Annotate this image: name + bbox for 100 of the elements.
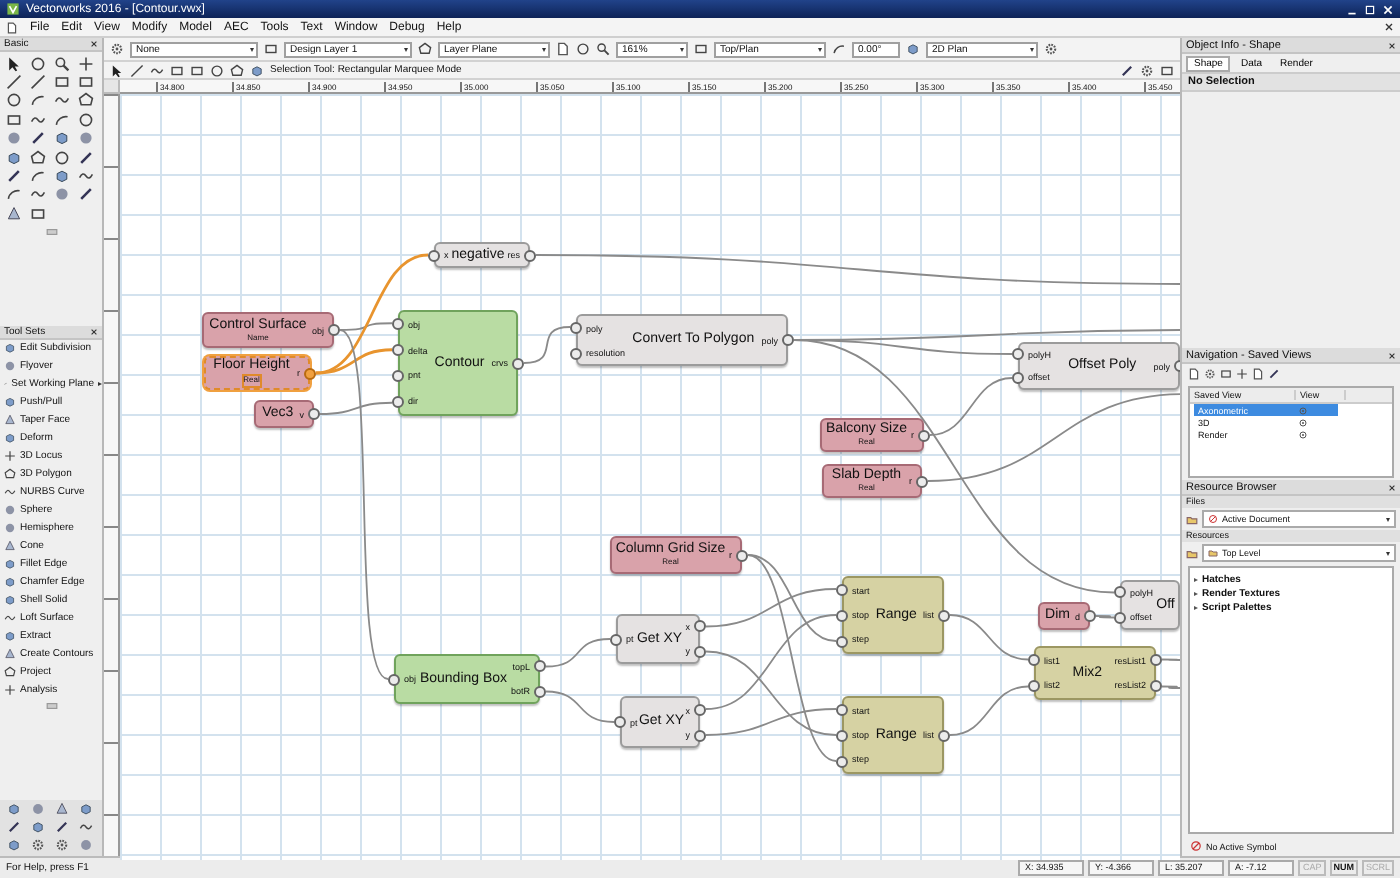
magnifier-icon[interactable] [596,42,610,56]
port-icon[interactable] [836,755,848,767]
port-icon[interactable] [308,408,320,420]
cube-icon[interactable] [4,396,16,409]
curve-icon[interactable] [150,63,164,77]
polygon-icon[interactable] [78,92,94,109]
circle-icon[interactable] [30,55,46,72]
port-icon[interactable] [938,729,950,741]
circle-icon[interactable] [576,42,590,56]
port-icon[interactable] [570,347,582,359]
line-icon[interactable] [6,74,22,91]
cube-icon[interactable] [906,42,920,56]
circle-icon[interactable] [210,63,224,77]
pointer-icon[interactable] [6,55,22,72]
port-icon[interactable] [1150,680,1162,693]
pen-icon[interactable] [78,149,94,166]
pen-icon[interactable] [1268,368,1280,380]
cone-icon[interactable] [4,414,16,427]
folder-icon[interactable] [1186,513,1198,525]
cone-icon[interactable] [6,205,22,222]
circle-icon[interactable] [6,92,22,109]
port-icon[interactable] [916,475,928,487]
pen-icon[interactable] [30,130,46,147]
port-icon[interactable] [918,429,930,441]
crosshair-icon[interactable] [4,684,16,697]
circle-icon[interactable] [78,111,94,128]
rectangle-icon[interactable] [6,111,22,128]
curve-icon[interactable] [4,612,16,625]
port-icon[interactable] [304,367,316,379]
close-icon[interactable] [1388,351,1396,359]
pointer-icon[interactable] [110,63,124,77]
port-icon[interactable] [694,729,706,741]
magnifier-icon[interactable] [54,55,70,72]
polygon-icon[interactable] [230,63,244,77]
port-icon[interactable] [614,716,626,728]
pen-icon[interactable] [6,820,22,835]
polygon-icon[interactable] [418,42,432,56]
rectangle-icon[interactable] [1220,368,1232,380]
port-icon[interactable] [836,583,848,595]
line-icon[interactable] [130,63,144,77]
cone-icon[interactable] [54,802,70,817]
polygon-icon[interactable] [30,149,46,166]
port-icon[interactable] [782,334,794,346]
crosshair-icon[interactable] [1236,368,1248,380]
port-icon[interactable] [836,635,848,647]
pen-icon[interactable] [54,820,70,835]
port-icon[interactable] [610,633,622,645]
cube-icon[interactable] [54,130,70,147]
port-icon[interactable] [938,609,950,621]
cube-icon[interactable] [6,149,22,166]
curve-icon[interactable] [78,820,94,835]
curve-icon[interactable] [30,186,46,203]
port-icon[interactable] [736,549,748,561]
port-icon[interactable] [836,703,848,715]
port-icon[interactable] [388,673,400,685]
cube-icon[interactable] [78,802,94,817]
curve-icon[interactable] [4,486,16,499]
close-icon[interactable] [90,327,98,336]
cube-icon[interactable] [4,342,16,355]
settings-icon[interactable] [1140,63,1154,77]
rectangle-icon[interactable] [694,42,708,56]
cone-icon[interactable] [4,540,16,553]
document-icon[interactable] [556,42,570,56]
close-icon[interactable] [90,40,98,48]
close-icon[interactable] [1384,22,1394,32]
port-icon[interactable] [428,249,440,261]
close-icon[interactable] [1388,41,1396,49]
cone-icon[interactable] [4,648,16,661]
port-icon[interactable] [1028,653,1040,666]
circle-icon[interactable] [54,149,70,166]
sphere-icon[interactable] [4,360,16,373]
line-icon[interactable] [30,74,46,91]
port-icon[interactable] [512,357,524,369]
port-icon[interactable] [1150,653,1162,666]
port-icon[interactable] [694,703,706,715]
polygon-icon[interactable] [4,468,16,481]
polygon-icon[interactable] [4,666,16,679]
port-icon[interactable] [1084,610,1096,622]
port-icon[interactable] [836,609,848,621]
pen-icon[interactable] [6,168,22,185]
close-icon[interactable] [1388,483,1396,491]
port-icon[interactable] [1028,680,1040,693]
curve-icon[interactable] [78,168,94,185]
port-icon[interactable] [524,249,536,261]
crosshair-icon[interactable] [78,55,94,72]
settings-icon[interactable] [1204,368,1216,380]
pen-icon[interactable] [78,186,94,203]
document-icon[interactable] [1252,368,1264,380]
rectangle-icon[interactable] [30,205,46,222]
arc-icon[interactable] [832,42,846,56]
rectangle-icon[interactable] [264,42,278,56]
settings-icon[interactable] [110,42,124,56]
port-icon[interactable] [570,321,582,333]
port-icon[interactable] [328,324,340,336]
settings-icon[interactable] [1044,42,1058,56]
cube-icon[interactable] [54,168,70,185]
rectangle-icon[interactable] [1160,63,1174,77]
crosshair-icon[interactable] [4,450,16,463]
maximize-icon[interactable] [1364,3,1376,15]
cube-icon[interactable] [4,630,16,643]
